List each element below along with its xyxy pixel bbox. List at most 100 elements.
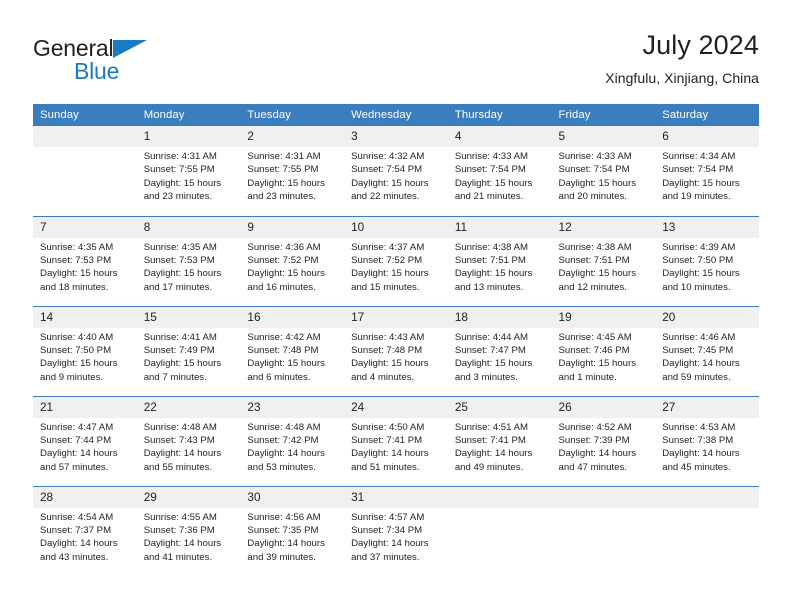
calendar-day-cell[interactable]: 12 Sunrise: 4:38 AM Sunset: 7:51 PM Dayligh… [551,215,656,306]
day-details [448,508,552,511]
day-number: 3 [344,126,448,147]
sunset-text: Sunset: 7:36 PM [143,524,215,536]
sunrise-text: Sunrise: 4:31 AM [247,151,321,162]
calendar-day-cell[interactable] [551,485,656,576]
calendar-day-cell[interactable]: 24 Sunrise: 4:50 AM Sunset: 7:41 PM Dayligh… [344,395,448,486]
calendar-day-cell[interactable]: 5 Sunrise: 4:33 AM Sunset: 7:54 PM Daylight… [551,126,656,216]
day-details: Sunrise: 4:52 AM Sunset: 7:39 PM Daylight:… [552,418,656,475]
daylight-text-line2: and 18 minutes. [40,281,109,293]
day-number: 31 [344,486,448,508]
calendar-day-cell[interactable]: 19 Sunrise: 4:45 AM Sunset: 7:46 PM Dayligh… [551,305,656,396]
day-number: 19 [551,306,656,328]
calendar-day-cell[interactable]: 17 Sunrise: 4:43 AM Sunset: 7:48 PM Dayligh… [344,305,448,396]
sunrise-text: Sunrise: 4:56 AM [247,511,321,523]
sunrise-text: Sunrise: 4:54 AM [40,511,114,523]
day-number: 22 [136,396,241,418]
day-number: 14 [33,306,137,328]
calendar-day-cell[interactable]: 21 Sunrise: 4:47 AM Sunset: 7:44 PM Dayligh… [33,395,137,486]
sunset-text: Sunset: 7:50 PM [662,254,734,266]
calendar-day-cell[interactable]: 23 Sunrise: 4:48 AM Sunset: 7:42 PM Dayligh… [240,395,345,486]
day-number: 24 [344,396,448,418]
daylight-text-line2: and 10 minutes. [662,281,731,293]
sunset-text: Sunset: 7:52 PM [247,254,319,266]
day-number: 26 [551,396,656,418]
daylight-text-line1: Daylight: 15 hours [247,268,325,280]
calendar-day-cell[interactable]: 28 Sunrise: 4:54 AM Sunset: 7:37 PM Dayligh… [33,485,137,576]
day-details: Sunrise: 4:51 AM Sunset: 7:41 PM Daylight:… [448,418,552,475]
calendar-day-cell[interactable]: 31 Sunrise: 4:57 AM Sunset: 7:34 PM Dayligh… [344,485,448,576]
calendar-day-cell[interactable]: 4 Sunrise: 4:33 AM Sunset: 7:54 PM Daylight… [447,126,552,216]
daylight-text-line1: Daylight: 15 hours [143,177,222,189]
calendar-day-cell[interactable] [655,485,759,576]
sunset-text: Sunset: 7:38 PM [662,434,734,446]
day-details: Sunrise: 4:36 AM Sunset: 7:52 PM Daylight:… [240,238,344,295]
daylight-text-line1: Daylight: 15 hours [558,268,637,280]
calendar-day-cell[interactable]: 3 Sunrise: 4:32 AM Sunset: 7:54 PM Daylight… [344,126,448,216]
sunrise-text: Sunrise: 4:32 AM [351,151,425,162]
sunrise-text: Sunrise: 4:57 AM [351,511,425,523]
calendar-day-cell[interactable]: 8 Sunrise: 4:35 AM Sunset: 7:53 PM Daylight… [136,215,241,306]
calendar-day-cell[interactable]: 30 Sunrise: 4:56 AM Sunset: 7:35 PM Dayligh… [240,485,345,576]
brand-logo[interactable]: General Blue [33,36,263,94]
day-details: Sunrise: 4:42 AM Sunset: 7:48 PM Daylight:… [240,328,344,385]
calendar-day-cell[interactable]: 14 Sunrise: 4:40 AM Sunset: 7:50 PM Dayligh… [33,305,137,396]
calendar-day-cell[interactable]: 29 Sunrise: 4:55 AM Sunset: 7:36 PM Dayligh… [136,485,241,576]
calendar-day-cell[interactable]: 11 Sunrise: 4:38 AM Sunset: 7:51 PM Dayligh… [447,215,552,306]
daylight-text-line2: and 23 minutes. [143,191,213,203]
day-number: 9 [240,216,345,238]
daylight-text-line1: Daylight: 14 hours [143,538,222,550]
day-number [447,486,552,508]
calendar-day-cell[interactable]: 20 Sunrise: 4:46 AM Sunset: 7:45 PM Dayligh… [655,305,759,396]
calendar-day-cell[interactable] [33,126,137,216]
day-details: Sunrise: 4:41 AM Sunset: 7:49 PM Daylight:… [137,328,241,385]
calendar-body: 1 Sunrise: 4:31 AM Sunset: 7:55 PM Daylight… [33,126,759,576]
day-details: Sunrise: 4:56 AM Sunset: 7:35 PM Daylight:… [240,508,344,565]
calendar-day-cell[interactable]: 22 Sunrise: 4:48 AM Sunset: 7:43 PM Dayligh… [136,395,241,486]
blue-triangle-icon [113,39,149,58]
calendar-day-cell[interactable]: 27 Sunrise: 4:53 AM Sunset: 7:38 PM Dayligh… [655,395,759,486]
calendar-day-cell[interactable]: 15 Sunrise: 4:41 AM Sunset: 7:49 PM Dayligh… [136,305,241,396]
day-details: Sunrise: 4:37 AM Sunset: 7:52 PM Daylight:… [344,238,448,295]
calendar-day-cell[interactable]: 13 Sunrise: 4:39 AM Sunset: 7:50 PM Dayligh… [655,215,759,306]
sunrise-text: Sunrise: 4:38 AM [454,241,529,253]
calendar-day-cell[interactable] [447,485,552,576]
daylight-text-line2: and 41 minutes. [143,551,213,563]
day-number: 7 [33,216,137,238]
sunrise-text: Sunrise: 4:51 AM [454,421,529,433]
calendar-day-cell[interactable]: 9 Sunrise: 4:36 AM Sunset: 7:52 PM Daylight… [240,215,345,306]
day-number: 23 [240,396,345,418]
sunset-text: Sunset: 7:53 PM [143,254,215,266]
calendar-week-row: 14 Sunrise: 4:40 AM Sunset: 7:50 PM Dayligh… [33,305,759,396]
day-number [655,486,759,508]
sunrise-text: Sunrise: 4:38 AM [558,241,632,253]
weekday-header-sunday: Sunday [33,104,137,126]
calendar-day-cell[interactable]: 1 Sunrise: 4:31 AM Sunset: 7:55 PM Daylight… [136,126,241,216]
day-details: Sunrise: 4:53 AM Sunset: 7:38 PM Daylight:… [655,418,759,475]
day-details: Sunrise: 4:55 AM Sunset: 7:36 PM Daylight:… [137,508,241,565]
day-number: 28 [33,486,137,508]
calendar-day-cell[interactable]: 6 Sunrise: 4:34 AM Sunset: 7:54 PM Daylight… [655,126,759,216]
daylight-text-line2: and 19 minutes. [662,191,731,203]
calendar-day-cell[interactable]: 7 Sunrise: 4:35 AM Sunset: 7:53 PM Daylight… [33,215,137,306]
sunrise-text: Sunrise: 4:35 AM [40,241,114,253]
sunrise-text: Sunrise: 4:36 AM [247,241,321,253]
day-number: 18 [447,306,552,328]
weekday-header-friday: Friday [551,104,656,126]
day-details [33,147,137,150]
day-number: 5 [551,126,656,147]
daylight-text-line2: and 57 minutes. [40,461,109,473]
calendar-day-cell[interactable]: 10 Sunrise: 4:37 AM Sunset: 7:52 PM Dayligh… [344,215,448,306]
calendar-day-cell[interactable]: 16 Sunrise: 4:42 AM Sunset: 7:48 PM Dayligh… [240,305,345,396]
calendar-day-cell[interactable]: 18 Sunrise: 4:44 AM Sunset: 7:47 PM Dayligh… [447,305,552,396]
calendar-day-cell[interactable]: 26 Sunrise: 4:52 AM Sunset: 7:39 PM Dayligh… [551,395,656,486]
weekday-header-wednesday: Wednesday [344,104,448,126]
sunset-text: Sunset: 7:55 PM [247,164,319,176]
sunrise-text: Sunrise: 4:48 AM [143,421,217,433]
calendar-day-cell[interactable]: 25 Sunrise: 4:51 AM Sunset: 7:41 PM Dayligh… [447,395,552,486]
day-details: Sunrise: 4:48 AM Sunset: 7:42 PM Daylight:… [240,418,344,475]
calendar-day-cell[interactable]: 2 Sunrise: 4:31 AM Sunset: 7:55 PM Daylight… [240,126,345,216]
sunset-text: Sunset: 7:54 PM [558,164,630,176]
daylight-text-line2: and 16 minutes. [247,281,316,293]
sunrise-text: Sunrise: 4:50 AM [351,421,425,433]
weekday-header-thursday: Thursday [447,104,552,126]
